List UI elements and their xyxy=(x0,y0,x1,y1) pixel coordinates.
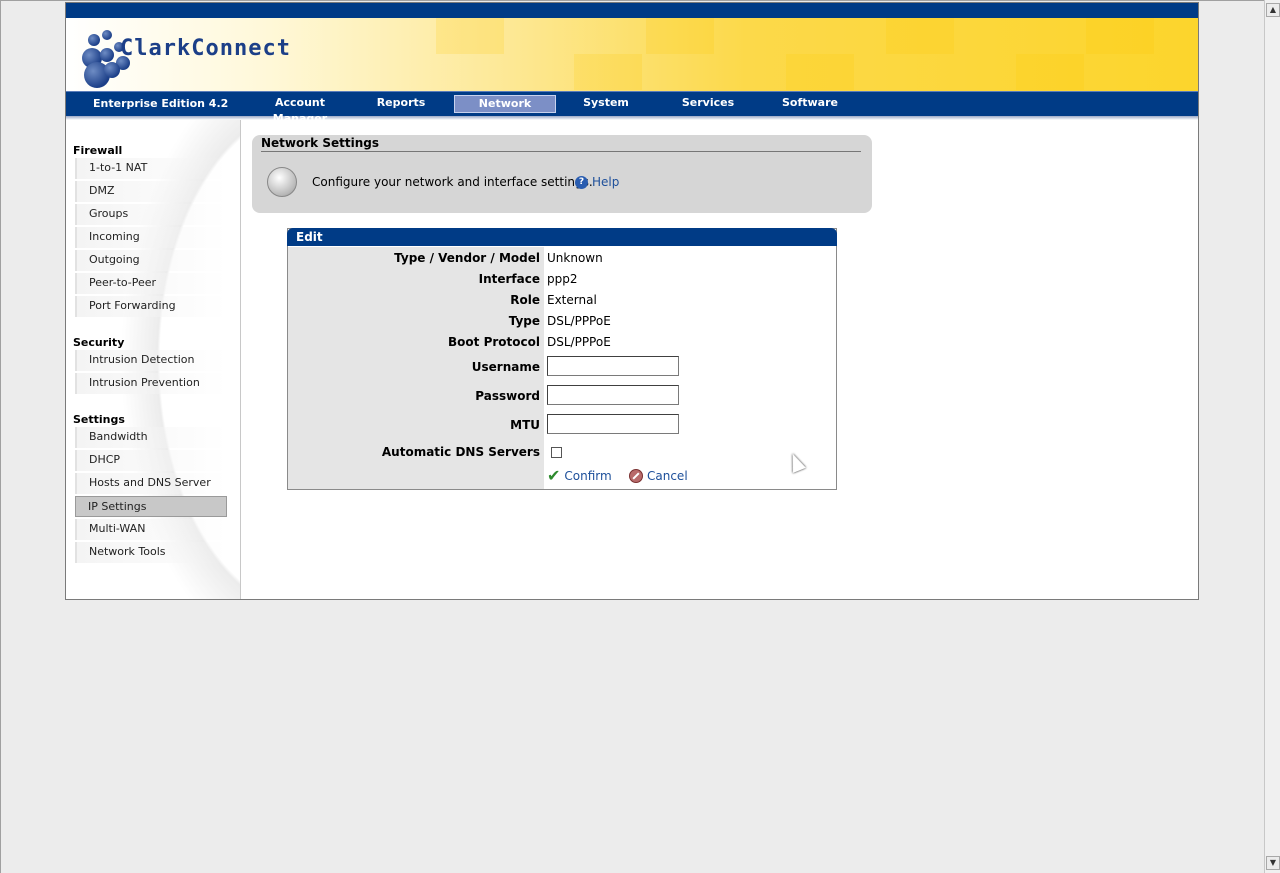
page-title: Network Settings xyxy=(261,136,861,152)
password-input[interactable] xyxy=(547,385,679,405)
sidebar-item-network-tools[interactable]: Network Tools xyxy=(75,542,227,563)
sidebar-item-groups[interactable]: Groups xyxy=(75,204,227,225)
edition-label: Enterprise Edition 4.2 xyxy=(93,97,229,110)
tab-account-manager[interactable]: Account Manager xyxy=(249,95,351,125)
edit-body: Type / Vendor / Model Unknown Interface … xyxy=(288,247,836,489)
tab-system[interactable]: System xyxy=(555,95,657,113)
sidebar-item-1-to-1-nat[interactable]: 1-to-1 NAT xyxy=(75,158,227,179)
tab-software[interactable]: Software xyxy=(759,95,861,113)
sidebar-item-incoming[interactable]: Incoming xyxy=(75,227,227,248)
tab-reports[interactable]: Reports xyxy=(350,95,452,113)
sidebar-heading-security: Security xyxy=(73,336,125,349)
field-label-type-vendor-model: Type / Vendor / Model xyxy=(394,251,540,265)
mtu-input[interactable] xyxy=(547,414,679,434)
vertical-scrollbar[interactable]: ▲ ▼ xyxy=(1264,0,1280,873)
main-content: Network Settings Configure your network … xyxy=(242,120,1198,599)
help-icon: ? xyxy=(575,175,588,189)
sidebar: Firewall 1-to-1 NAT DMZ Groups Incoming … xyxy=(66,120,241,599)
app-window: ClarkConnect Enterprise Edition 4.2 Acco… xyxy=(65,2,1199,600)
top-bar xyxy=(66,3,1198,18)
auto-dns-label: Automatic DNS Servers xyxy=(381,445,540,459)
sidebar-item-outgoing[interactable]: Outgoing xyxy=(75,250,227,271)
sidebar-heading-settings: Settings xyxy=(73,413,125,426)
field-value-role: External xyxy=(547,293,597,307)
auto-dns-checkbox[interactable] xyxy=(551,447,562,458)
sidebar-item-dhcp[interactable]: DHCP xyxy=(75,450,227,471)
field-label-interface: Interface xyxy=(478,272,540,286)
sidebar-item-ip-settings[interactable]: IP Settings xyxy=(75,496,227,517)
edit-header: Edit xyxy=(287,228,837,246)
sidebar-item-hosts-and-dns-server[interactable]: Hosts and DNS Server xyxy=(75,473,227,494)
confirm-button[interactable]: ✔ Confirm xyxy=(547,466,612,485)
checkmark-icon: ✔ xyxy=(547,466,561,485)
logo-text: ClarkConnect xyxy=(120,36,291,61)
scroll-up-arrow-icon[interactable]: ▲ xyxy=(1266,3,1280,17)
main-nav: Enterprise Edition 4.2 Account Manager R… xyxy=(66,91,1198,125)
network-settings-panel: Network Settings Configure your network … xyxy=(252,135,872,213)
edit-form: Edit Type / Vendor / Model Unknown Inter… xyxy=(287,228,837,490)
field-value-type-vendor-model: Unknown xyxy=(547,251,603,265)
sidebar-heading-firewall: Firewall xyxy=(73,144,123,157)
field-value-type: DSL/PPPoE xyxy=(547,314,611,328)
globe-icon xyxy=(267,167,297,197)
sidebar-item-intrusion-detection[interactable]: Intrusion Detection xyxy=(75,350,227,371)
password-label: Password xyxy=(475,389,540,403)
tab-services[interactable]: Services xyxy=(657,95,759,113)
help-label: Help xyxy=(592,175,620,189)
sidebar-item-port-forwarding[interactable]: Port Forwarding xyxy=(75,296,227,317)
field-value-boot-protocol: DSL/PPPoE xyxy=(547,335,611,349)
scroll-down-arrow-icon[interactable]: ▼ xyxy=(1266,856,1280,870)
sidebar-item-dmz[interactable]: DMZ xyxy=(75,181,227,202)
banner: ClarkConnect xyxy=(66,18,1198,91)
field-label-type: Type xyxy=(508,314,540,328)
clarkconnect-logo: ClarkConnect xyxy=(78,26,298,88)
cancel-button[interactable]: Cancel xyxy=(629,469,688,483)
field-label-boot-protocol: Boot Protocol xyxy=(448,335,540,349)
field-value-interface: ppp2 xyxy=(547,272,578,286)
username-label: Username xyxy=(471,360,540,374)
sidebar-item-peer-to-peer[interactable]: Peer-to-Peer xyxy=(75,273,227,294)
settings-description: Configure your network and interface set… xyxy=(312,175,593,189)
username-input[interactable] xyxy=(547,356,679,376)
cancel-label: Cancel xyxy=(647,469,688,483)
sidebar-item-bandwidth[interactable]: Bandwidth xyxy=(75,427,227,448)
confirm-label: Confirm xyxy=(564,469,612,483)
sidebar-item-intrusion-prevention[interactable]: Intrusion Prevention xyxy=(75,373,227,394)
tab-network[interactable]: Network xyxy=(454,95,556,113)
field-label-role: Role xyxy=(510,293,540,307)
sidebar-item-multi-wan[interactable]: Multi-WAN xyxy=(75,519,227,540)
mtu-label: MTU xyxy=(510,418,540,432)
help-link[interactable]: ? Help xyxy=(575,175,619,189)
cancel-icon xyxy=(629,469,643,483)
